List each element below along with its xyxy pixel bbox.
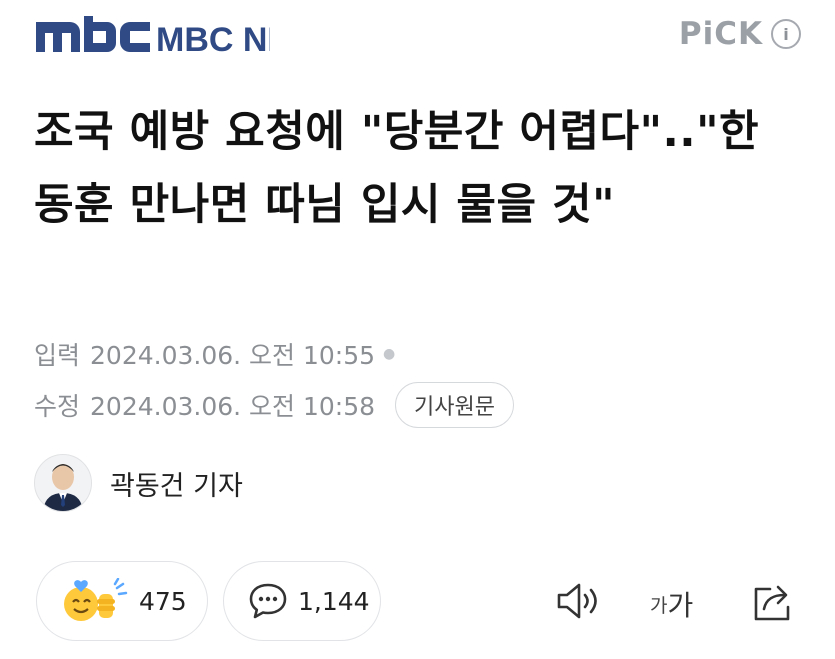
share-icon [754,585,790,621]
font-size-button[interactable]: 가 가 [650,584,693,624]
mbc-news-logo[interactable]: MBC NEWS [34,12,270,58]
article-headline: 조국 예방 요청에 "당분간 어렵다".."한동훈 만나면 따님 입시 물을 것… [34,107,760,230]
input-time-row: 입력 2024.03.06. 오전 10:55 ● [34,336,395,372]
original-article-button[interactable]: 기사원문 [395,382,515,428]
comment-button[interactable]: 1,144 [223,561,381,641]
brand-news-text: MBC NEWS [156,21,270,58]
input-datetime: 2024.03.06. 오전 10:55 [90,341,376,370]
speaker-icon [557,583,597,619]
modified-label: 수정 [34,392,81,421]
font-size-small-label: 가 [650,594,668,617]
article-page: MBC NEWS PiCK i 조국 예방 요청에 "당분간 어렵다".."한동… [0,0,835,659]
pick-label: PiCK [678,16,763,52]
reporter-photo-icon [35,455,91,511]
separator-dot: ● [383,346,396,362]
font-size-large-label: 가 [667,589,694,622]
comment-count: 1,144 [298,586,370,616]
pick-badge[interactable]: PiCK i [679,16,801,52]
text-to-speech-button[interactable] [555,581,601,621]
share-button[interactable] [750,581,796,623]
reporter-avatar[interactable] [34,454,92,512]
modified-datetime: 2024.03.06. 오전 10:58 [90,392,376,421]
reporter-info[interactable]: 곽동건 기자 [34,454,243,512]
info-icon[interactable]: i [771,19,801,49]
reaction-count: 475 [139,586,187,616]
comment-bubble-icon [249,583,287,619]
reporter-name: 곽동건 기자 [110,470,243,502]
modified-time-row: 수정 2024.03.06. 오전 10:58 기사원문 [34,382,515,428]
input-label: 입력 [34,341,81,370]
reaction-button[interactable]: 475 [36,561,208,641]
reaction-emoji-icon [64,578,128,621]
mbc-news-logo-icon: MBC NEWS [36,16,270,58]
